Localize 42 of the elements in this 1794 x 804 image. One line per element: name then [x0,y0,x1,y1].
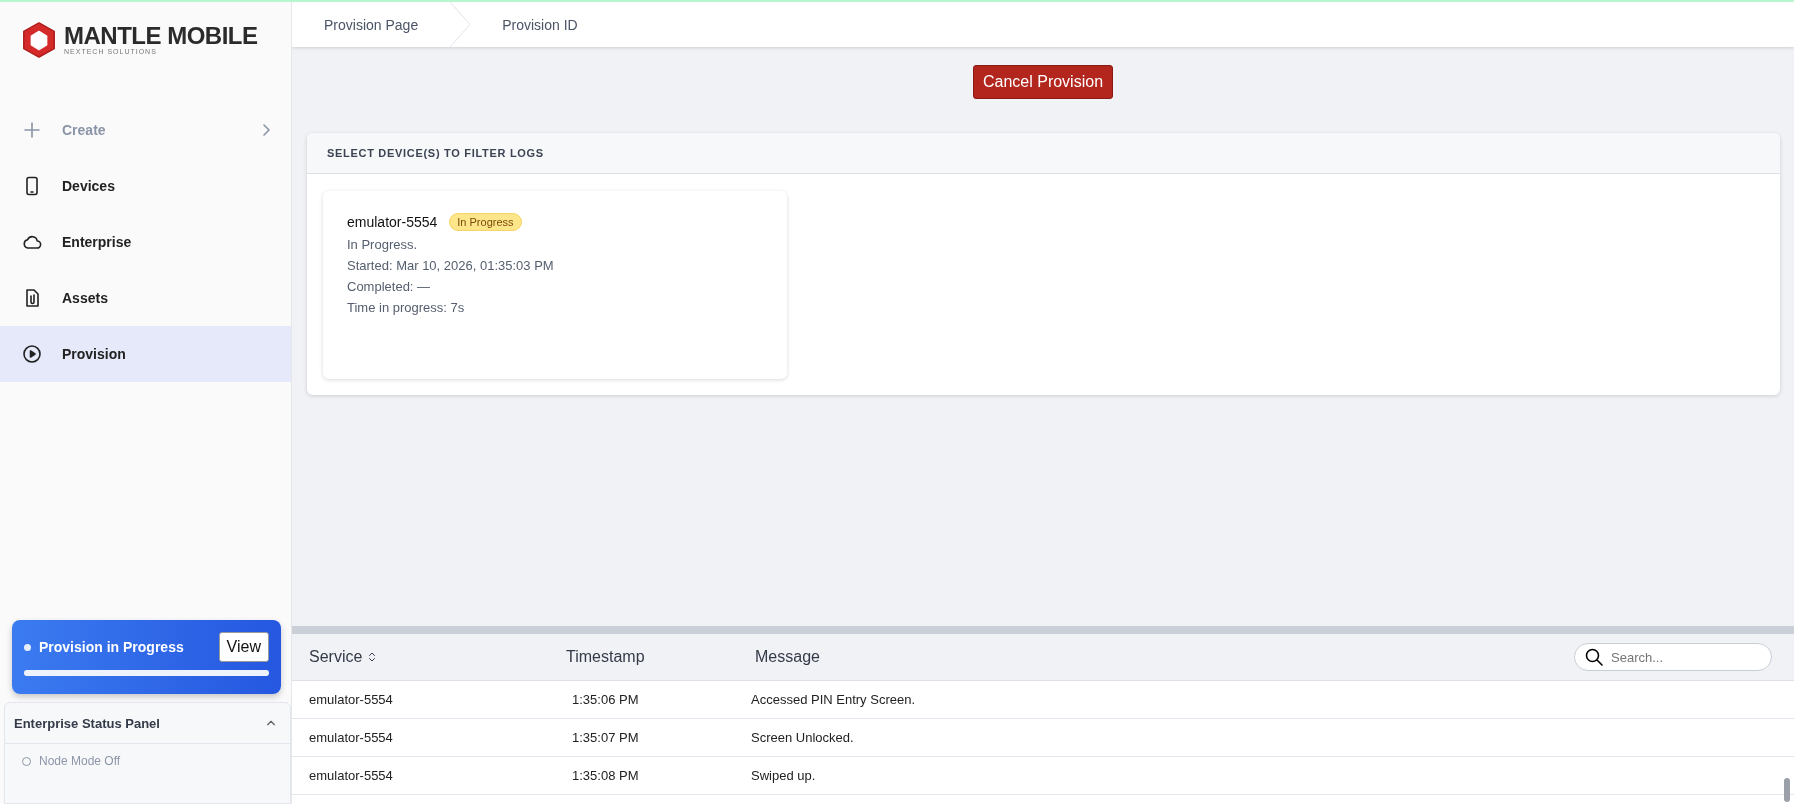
status-label: Node Mode Off [39,754,121,768]
logo-icon [20,21,58,59]
status-badge: In Progress [449,213,522,231]
sidebar-item[interactable]: Provision [0,326,291,382]
table-cell-text: 1:35:06 PM [572,692,640,707]
breadcrumb-link[interactable]: Provision Page [292,2,451,47]
table-cell-text: Accessed PIN Entry Screen. [751,692,916,707]
brand-name: MANTLE MOBILE [64,24,258,48]
chevron-right-icon [261,124,271,136]
device-detail: In Progress. [347,237,419,252]
column-header[interactable]: Service [309,648,566,666]
panel-title: Enterprise Status Panel [14,715,160,731]
device-detail: Time in progress: 7s [347,300,466,315]
table-cell-text: emulator-5554 [309,730,394,745]
status-dot [24,643,31,651]
column-header: Message [755,648,821,666]
panel-title: SELECT DEVICE(S) TO FILTER LOGS [307,133,1780,174]
breadcrumb-link[interactable]: Provision ID [470,2,610,47]
table-cell-text: Screen Unlocked. [751,730,855,745]
column-header: Timestamp [566,648,646,666]
play-icon [22,344,42,364]
sidebar-item[interactable]: Devices [0,158,291,214]
view-button[interactable]: View [218,632,269,662]
device-detail: Started: Mar 10, 2026, 01:35:03 PM [347,258,555,273]
provision-status-label: Provision in Progress [39,639,185,655]
table-cell-text: 1:35:08 PM [572,768,640,783]
cancel-provision-button[interactable]: Cancel Provision [972,65,1114,99]
table-cell-text: emulator-5554 [309,768,394,783]
device-detail: Completed: — [347,279,432,294]
table-cell-text: Swiped up. [751,768,817,783]
device-card[interactable]: emulator-5554 In Progress In Progress. Started: Mar 10, 2026, 01:35:03 PM Completed: — Time in progress: 7s [323,191,787,379]
plus-icon [22,120,42,140]
device-name: emulator-5554 [347,214,438,230]
table-cell-text: emulator-5554 [309,692,394,707]
sidebar-item[interactable]: Assets [0,270,291,326]
scrollbar-thumb[interactable] [1784,778,1790,802]
sort-icon [368,652,377,662]
sidebar-item[interactable]: Enterprise [0,214,291,270]
search-field[interactable]: Search... [1574,643,1772,671]
search-icon [1584,647,1604,667]
breadcrumb-separator-icon [450,2,471,47]
table-cell-text: 1:35:07 PM [572,730,640,745]
